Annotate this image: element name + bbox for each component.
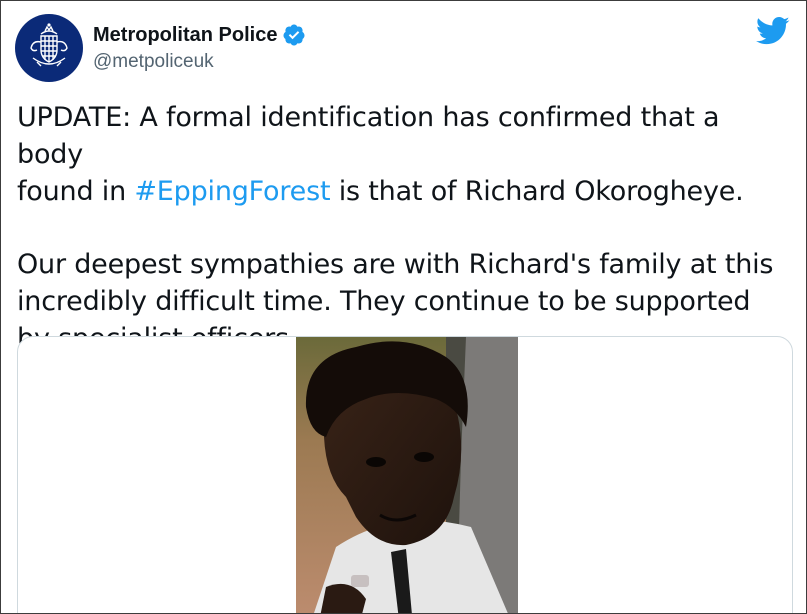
tweet-text-line-2-end: is that of Richard Okorogheye. [330,176,744,207]
display-name[interactable]: Metropolitan Police [93,23,277,47]
media-card[interactable] [17,336,793,613]
portrait-photo [296,337,518,613]
hashtag-link[interactable]: #EppingForest [134,176,330,207]
tweet-text-line-1: UPDATE: A formal identification has conf… [17,102,720,170]
tweet-header: Metropolitan Police @metpoliceuk [15,14,306,82]
twitter-bird-icon[interactable] [756,16,790,46]
verified-badge-icon [283,24,305,45]
tweet-photo[interactable] [296,337,518,613]
tweet-text-line-2-start: found in [17,176,135,207]
handle[interactable]: @metpoliceuk [93,50,306,74]
police-crest-icon [30,23,68,67]
avatar[interactable] [15,14,83,82]
account-identity: Metropolitan Police @metpoliceuk [93,23,306,74]
tweet-paragraph-1: UPDATE: A formal identification has conf… [17,99,787,210]
tweet-text: UPDATE: A formal identification has conf… [17,99,787,357]
name-row: Metropolitan Police [93,23,306,47]
tweet-card: Metropolitan Police @metpoliceuk UPDATE:… [0,0,807,614]
